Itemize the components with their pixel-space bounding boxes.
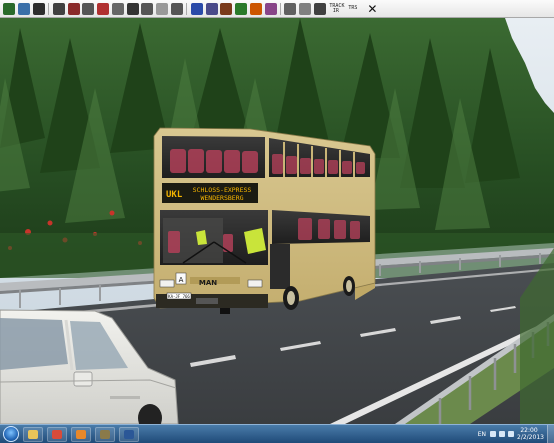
system-tray: EN 22:00 2/2/2013 [478, 425, 554, 443]
chart-icon[interactable] [235, 2, 248, 15]
game-icon[interactable] [3, 2, 16, 15]
tool-icon[interactable] [97, 2, 110, 15]
map-icon[interactable] [18, 2, 31, 15]
bus-front-icon[interactable] [67, 2, 80, 15]
book-icon[interactable] [220, 2, 233, 15]
document-icon[interactable] [156, 2, 169, 15]
start-button[interactable] [3, 426, 19, 442]
media-player-icon [76, 429, 86, 439]
window-icon[interactable] [111, 2, 124, 15]
chrome-icon [52, 429, 62, 439]
language-indicator[interactable]: EN [478, 431, 486, 438]
license-plate-text: KA-JF 766 [168, 294, 190, 299]
clock-time: 22:00 [520, 427, 538, 434]
show-desktop-button[interactable] [547, 425, 554, 443]
route-icon[interactable] [264, 2, 277, 15]
film-icon[interactable] [170, 2, 183, 15]
network-icon[interactable] [490, 431, 496, 437]
game-viewport[interactable]: A UKL SCHLOSS-EXPRESS WENDERSBERG MAN KA… [0, 18, 554, 424]
speed-icon[interactable] [314, 2, 327, 15]
track-ir-button[interactable]: TRACK IR [329, 3, 344, 14]
toolbar-separator [280, 2, 282, 15]
save-icon[interactable] [32, 2, 45, 15]
word-taskbar-button[interactable] [119, 426, 139, 442]
omsi-taskbar-button[interactable] [95, 426, 115, 442]
game-toolbar: TRACK IR TRS ✕ [0, 0, 554, 18]
bus-icon[interactable] [52, 2, 65, 15]
double-decker-bus[interactable]: A [153, 127, 376, 314]
clock-icon[interactable] [284, 2, 297, 15]
hat-icon[interactable] [205, 2, 218, 15]
svg-text:A: A [179, 276, 184, 284]
toolbar-separator [48, 2, 50, 15]
close-icon[interactable]: ✕ [367, 3, 377, 15]
windows-taskbar: EN 22:00 2/2/2013 [0, 424, 554, 443]
volume-icon[interactable] [499, 431, 505, 437]
truck-icon[interactable] [82, 2, 95, 15]
destination-line-2: WENDERSBERG [200, 194, 243, 202]
route-number: UKL [166, 190, 183, 200]
omsi-icon [100, 429, 110, 439]
media-player-taskbar-button[interactable] [71, 426, 91, 442]
wrench-icon[interactable] [141, 2, 154, 15]
flag-icon[interactable] [508, 431, 514, 437]
trs-button[interactable]: TRS [346, 6, 359, 11]
weather-icon[interactable] [299, 2, 312, 15]
bell-icon[interactable] [190, 2, 203, 15]
timetable-icon[interactable] [249, 2, 262, 15]
destination-line-1: SCHLOSS-EXPRESS [193, 186, 252, 194]
person-icon[interactable] [126, 2, 139, 15]
chrome-taskbar-button[interactable] [47, 426, 67, 442]
bus-brand: MAN [199, 279, 217, 287]
folder-taskbar-button[interactable] [23, 426, 43, 442]
clock-date: 2/2/2013 [517, 434, 544, 441]
toolbar-separator [186, 2, 188, 15]
clock[interactable]: 22:00 2/2/2013 [517, 427, 544, 441]
folder-icon [28, 429, 38, 439]
word-icon [124, 429, 134, 439]
